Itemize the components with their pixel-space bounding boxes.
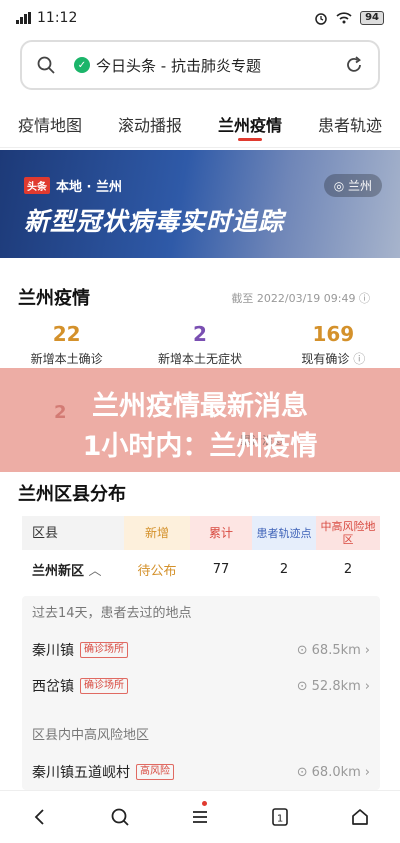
headline-overlay: 2 累计治愈 兰州疫情最新消息 1小时内：兰州疫情 [0, 368, 400, 472]
tabs-count-icon: 1 [272, 808, 288, 826]
toutiao-logo: 头条 [24, 177, 50, 194]
stats-row: 22 新增本土确诊 2 新增本土无症状 169 现有确诊 ⓘ [0, 322, 400, 367]
col-risk: 中高风险地区 [316, 516, 380, 550]
topic-banner: 头条 本地 · 兰州 ◎ 兰州 新型冠状病毒实时追踪 [0, 150, 400, 258]
col-total: 累计 [190, 516, 252, 550]
tab-epidemic-map[interactable]: 疫情地图 [0, 104, 100, 147]
visited-places-heading: 过去14天，患者去过的地点 [32, 606, 192, 621]
alarm-icon [315, 13, 327, 25]
banner-subtitle: 本地 · 兰州 [56, 180, 122, 195]
list-item[interactable]: 西岔镇 确诊场所 ⊙ 52.8km › [22, 668, 380, 704]
tab-bar: 疫情地图 滚动播报 兰州疫情 患者轨迹 [0, 104, 400, 148]
as-of-time: 截至 2022/03/19 09:49 ⓘ [231, 292, 370, 305]
home-button[interactable] [320, 807, 400, 827]
location-pin-icon: ⊙ [296, 642, 308, 658]
chevron-up-icon: ︿ [88, 563, 102, 579]
risk-areas-heading: 区县内中高风险地区 [32, 728, 150, 743]
col-new: 新增 [124, 516, 190, 550]
back-button[interactable] [0, 807, 80, 827]
search-button[interactable] [80, 807, 160, 827]
search-icon [111, 808, 129, 826]
menu-icon [193, 811, 207, 823]
list-item[interactable]: 秦川镇 确诊场所 ⊙ 68.5km › [22, 632, 380, 668]
location-pin-icon: ⊙ [296, 678, 308, 694]
location-chip[interactable]: ◎ 兰州 [323, 174, 382, 197]
home-icon [352, 809, 368, 825]
tab-patient-tracks[interactable]: 患者轨迹 [300, 104, 400, 147]
svg-text:1: 1 [277, 814, 283, 825]
address-bar[interactable]: ✓ 今日头条 - 抗击肺炎专题 [20, 40, 380, 90]
places-panel: 过去14天，患者去过的地点 秦川镇 确诊场所 ⊙ 68.5km › 西岔镇 确诊场所… [22, 596, 380, 790]
status-time: 11:12 [37, 10, 78, 26]
menu-button[interactable] [160, 801, 240, 827]
status-badge: 确诊场所 [80, 678, 128, 694]
back-icon [34, 809, 44, 825]
refresh-icon[interactable] [344, 55, 364, 75]
stat-new-confirmed: 22 新增本土确诊 [30, 322, 103, 366]
summary-heading: 兰州疫情 [18, 288, 90, 309]
district-heading: 兰州区县分布 [18, 484, 126, 505]
col-district: 区县 [22, 516, 124, 550]
overlay-line-2: 1小时内：兰州疫情 [82, 431, 318, 462]
status-bar: 11:12 94 [0, 0, 400, 36]
notification-dot [201, 801, 207, 806]
chevron-right-icon: › [364, 764, 370, 780]
secure-shield-icon: ✓ [74, 57, 90, 73]
battery-indicator: 94 [360, 11, 384, 25]
page-title: 今日头条 - 抗击肺炎专题 [96, 56, 261, 75]
tab-lanzhou-epidemic[interactable]: 兰州疫情 [200, 104, 300, 147]
table-header: 区县 新增 累计 患者轨迹点 中高风险地区 [22, 516, 380, 550]
search-icon[interactable] [36, 55, 56, 75]
info-icon[interactable]: ⓘ [359, 292, 370, 305]
info-icon: ⓘ [353, 352, 366, 366]
list-item[interactable]: 秦川镇五道岘村 高风险 ⊙ 68.0km › [22, 754, 380, 790]
chevron-right-icon: › [364, 678, 370, 694]
table-row[interactable]: 兰州新区 ︿ 待公布 77 2 2 [22, 550, 380, 588]
status-badge: 高风险 [136, 764, 174, 780]
browser-toolbar: 1 [0, 790, 400, 843]
location-pin-icon: ◎ [333, 179, 348, 193]
chevron-right-icon: › [364, 642, 370, 658]
location-pin-icon: ⊙ [296, 764, 308, 780]
status-badge: 确诊场所 [80, 642, 128, 658]
overlay-line-1: 兰州疫情最新消息 [92, 391, 308, 422]
district-table: 区县 新增 累计 患者轨迹点 中高风险地区 兰州新区 ︿ 待公布 77 2 2 [22, 516, 380, 588]
signal-icon [16, 12, 31, 24]
tab-rolling-news[interactable]: 滚动播报 [100, 104, 200, 147]
banner-title: 新型冠状病毒实时追踪 [24, 207, 285, 236]
stat-new-asymptomatic: 2 新增本土无症状 [157, 322, 242, 366]
col-track: 患者轨迹点 [252, 516, 316, 550]
wifi-icon [336, 12, 352, 24]
stat-current-confirmed: 169 现有确诊 ⓘ [301, 322, 366, 366]
tabs-button[interactable]: 1 [240, 807, 320, 827]
